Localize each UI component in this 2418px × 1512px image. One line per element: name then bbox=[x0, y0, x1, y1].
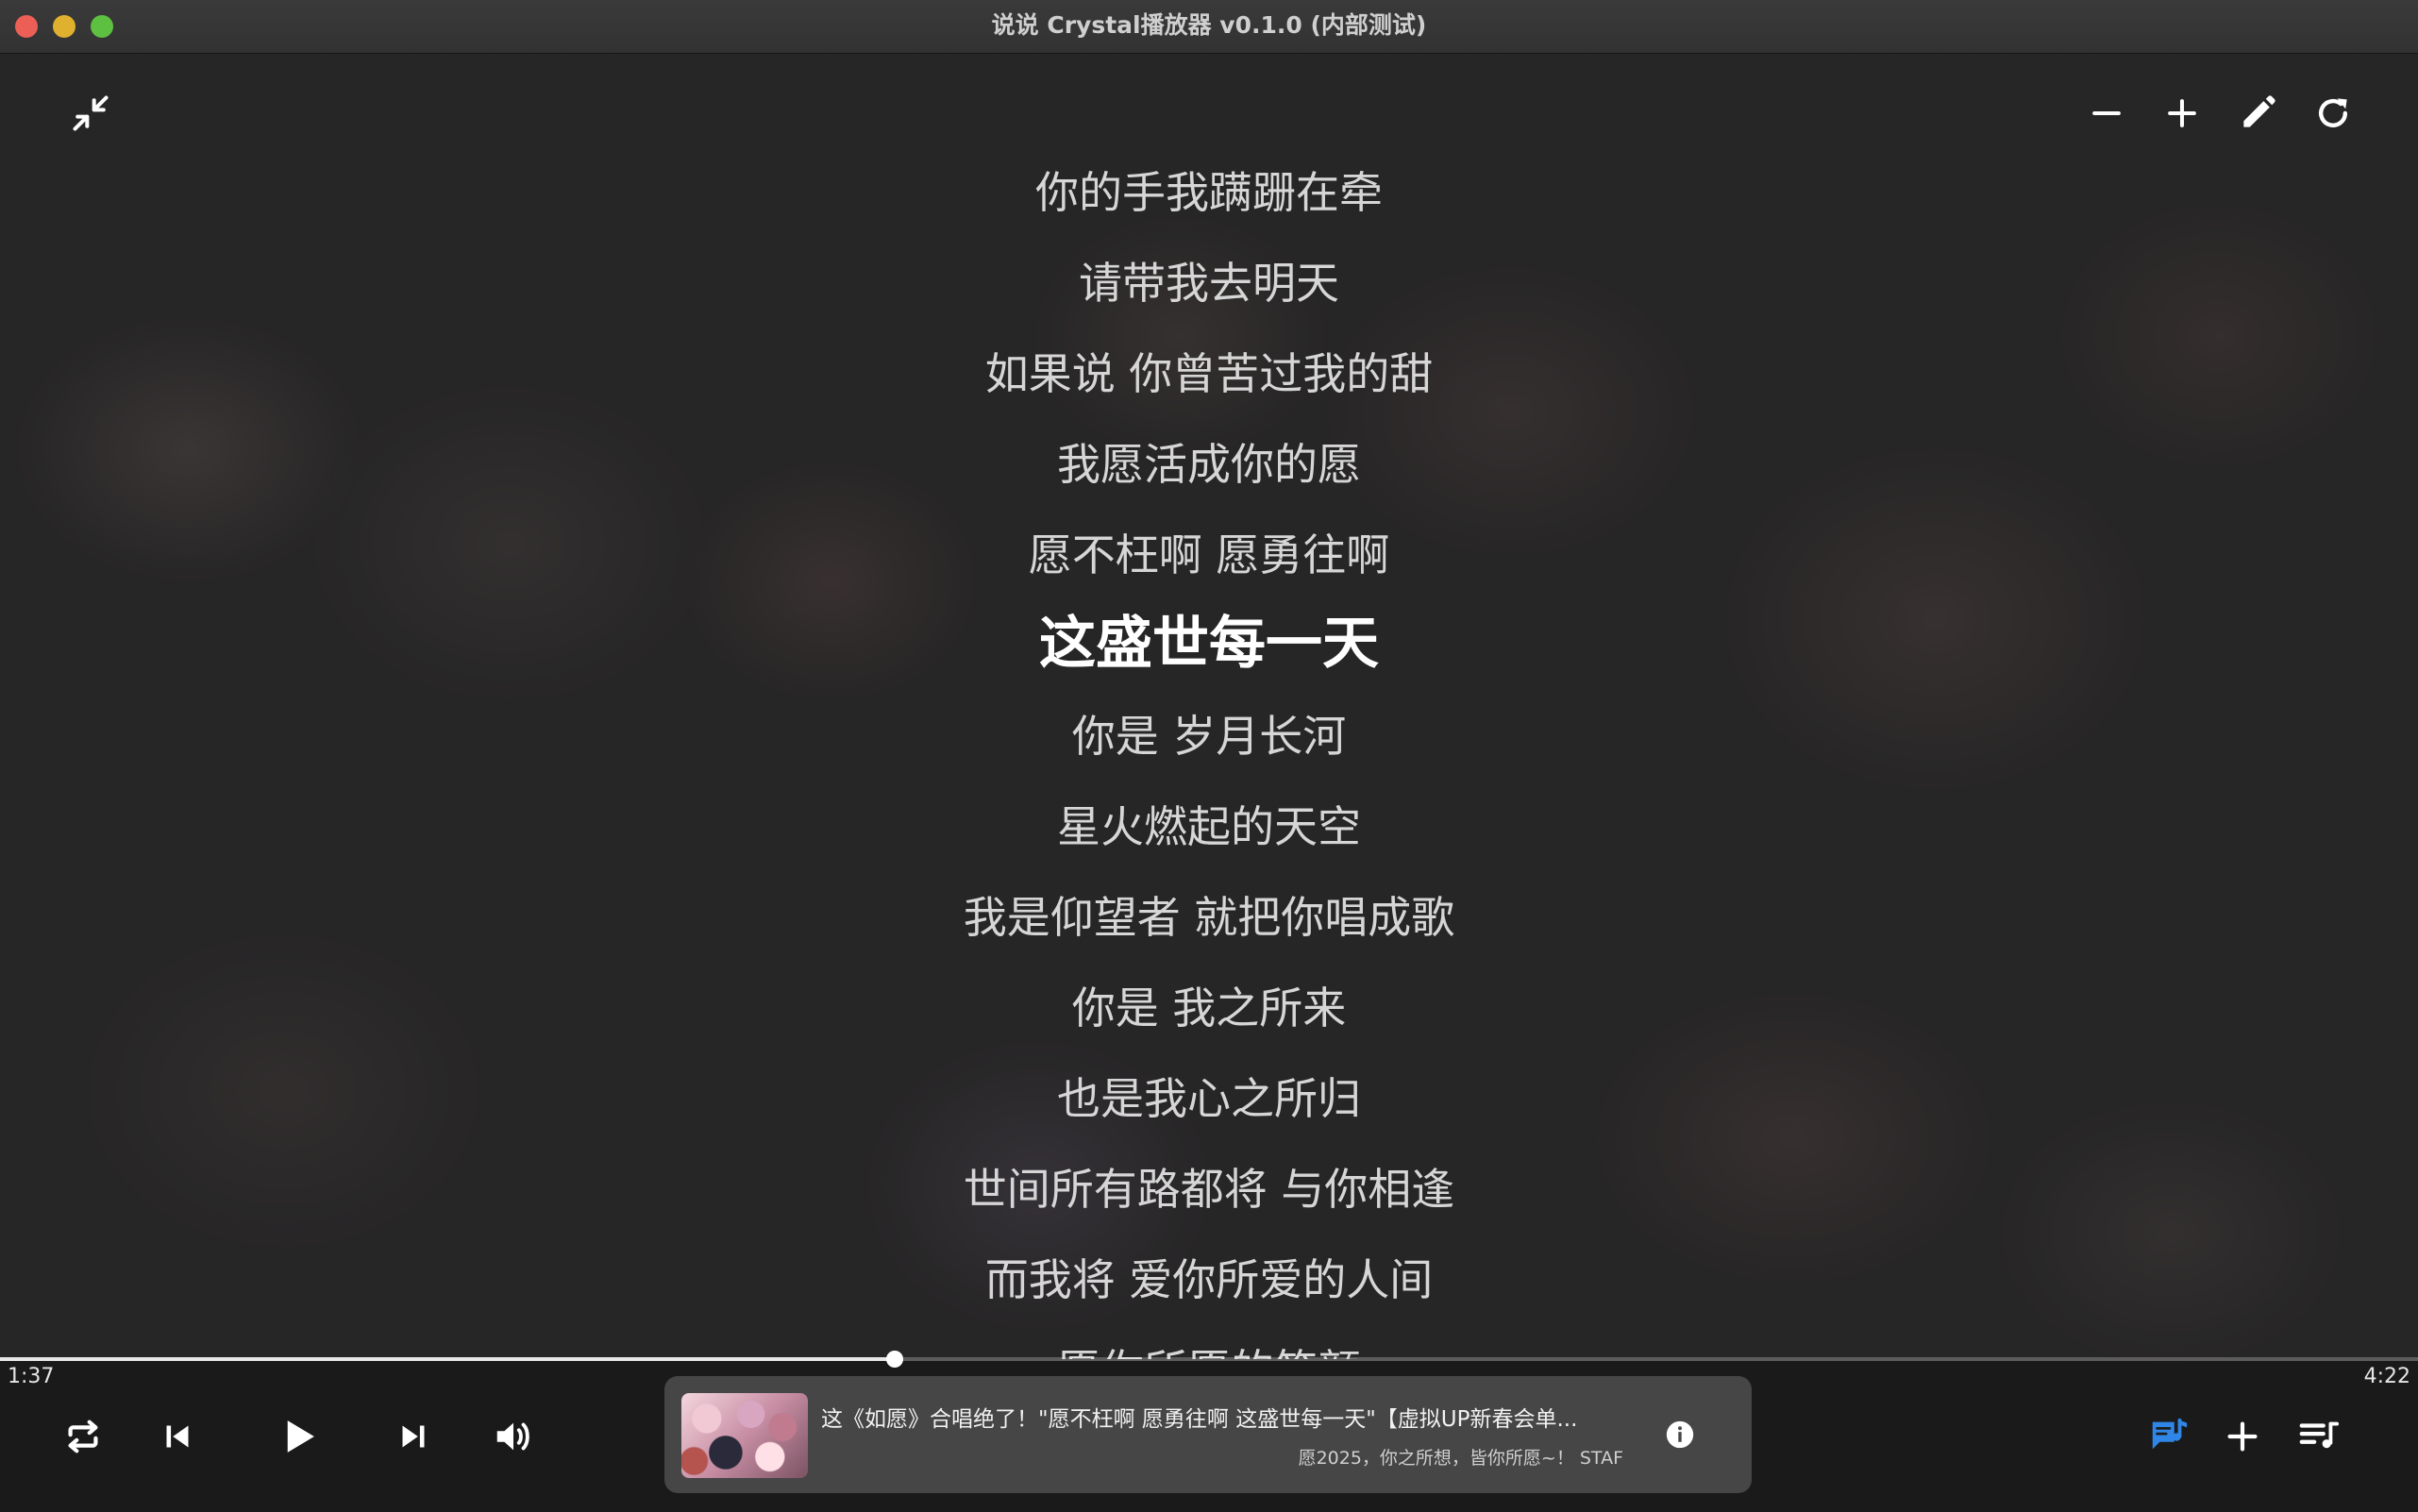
album-cover bbox=[681, 1393, 808, 1478]
volume-icon bbox=[496, 1422, 529, 1451]
skip-next-icon bbox=[402, 1425, 425, 1448]
app-window: 说说 Crystal播放器 v0.1.0 (内部测试) 你的手我蹒跚在牵 请带我… bbox=[0, 0, 2418, 1512]
refresh-icon bbox=[2318, 98, 2348, 127]
repeat-button[interactable] bbox=[55, 1408, 111, 1465]
lyric-line[interactable]: 我愿活成你的愿 bbox=[0, 436, 2418, 493]
lyric-line-active[interactable]: 这盛世每一天 bbox=[0, 608, 2418, 680]
collapse-arrows-icon bbox=[73, 95, 109, 131]
lyric-line[interactable]: 请带我去明天 bbox=[0, 255, 2418, 311]
lyric-line[interactable]: 如果说 你曾苦过我的甜 bbox=[0, 345, 2418, 402]
title-bar: 说说 Crystal播放器 v0.1.0 (内部测试) bbox=[0, 0, 2418, 54]
lyrics-toggle-button[interactable] bbox=[2141, 1408, 2197, 1465]
pencil-icon bbox=[2243, 95, 2275, 127]
window-title: 说说 Crystal播放器 v0.1.0 (内部测试) bbox=[991, 11, 1427, 39]
repeat-icon bbox=[68, 1420, 98, 1453]
lyric-line[interactable]: 也是我心之所归 bbox=[0, 1070, 2418, 1127]
next-track-button[interactable] bbox=[385, 1408, 442, 1465]
edit-lyrics-button[interactable] bbox=[2229, 85, 2286, 142]
lyric-line[interactable]: 而我将 爱你所爱的人间 bbox=[0, 1252, 2418, 1308]
plus-icon bbox=[2227, 1421, 2258, 1452]
lyrics-icon bbox=[2152, 1418, 2188, 1450]
plus-icon bbox=[2168, 99, 2196, 127]
skip-previous-icon bbox=[166, 1425, 189, 1448]
previous-track-button[interactable] bbox=[149, 1408, 206, 1465]
lyric-line[interactable]: 愿不枉啊 愿勇往啊 bbox=[0, 527, 2418, 583]
play-button[interactable] bbox=[270, 1408, 327, 1465]
playlist-button[interactable] bbox=[2290, 1408, 2346, 1465]
play-icon bbox=[287, 1420, 314, 1453]
font-size-increase-button[interactable] bbox=[2154, 85, 2210, 142]
playlist-icon bbox=[2299, 1421, 2340, 1449]
collapse-button[interactable] bbox=[62, 85, 119, 142]
add-to-playlist-button[interactable] bbox=[2214, 1408, 2271, 1465]
song-subtitle: 愿2025，你之所想，皆你所愿~！ STAF bbox=[1298, 1448, 1623, 1469]
lyric-line[interactable]: 星火燃起的天空 bbox=[0, 798, 2418, 855]
elapsed-time: 1:37 bbox=[8, 1365, 55, 1388]
minus-icon bbox=[2092, 110, 2121, 116]
now-playing-card[interactable]: 这《如愿》合唱绝了！"愿不枉啊 愿勇往啊 这盛世每一天"【虚拟UP新春会单...… bbox=[664, 1376, 1752, 1493]
lyric-line[interactable]: 世间所有路都将 与你相逢 bbox=[0, 1161, 2418, 1218]
progress-bar[interactable] bbox=[0, 1351, 2418, 1368]
refresh-lyrics-button[interactable] bbox=[2305, 85, 2361, 142]
song-info-button[interactable] bbox=[1661, 1416, 1699, 1453]
total-time: 4:22 bbox=[2363, 1365, 2410, 1388]
progress-knob[interactable] bbox=[885, 1351, 903, 1368]
lyric-line[interactable]: 你是 我之所来 bbox=[0, 980, 2418, 1036]
font-size-decrease-button[interactable] bbox=[2078, 85, 2135, 142]
lyric-line[interactable]: 你的手我蹒跚在牵 bbox=[0, 164, 2418, 221]
info-icon bbox=[1666, 1420, 1694, 1449]
song-title: 这《如愿》合唱绝了！"愿不枉啊 愿勇往啊 这盛世每一天"【虚拟UP新春会单... bbox=[821, 1407, 1578, 1432]
lyric-line[interactable]: 我是仰望者 就把你唱成歌 bbox=[0, 889, 2418, 946]
progress-fill bbox=[0, 1357, 895, 1361]
volume-button[interactable] bbox=[485, 1408, 542, 1465]
lyric-line[interactable]: 你是 岁月长河 bbox=[0, 708, 2418, 764]
lyrics-panel: 你的手我蹒跚在牵 请带我去明天 如果说 你曾苦过我的甜 我愿活成你的愿 愿不枉啊… bbox=[0, 53, 2418, 1359]
